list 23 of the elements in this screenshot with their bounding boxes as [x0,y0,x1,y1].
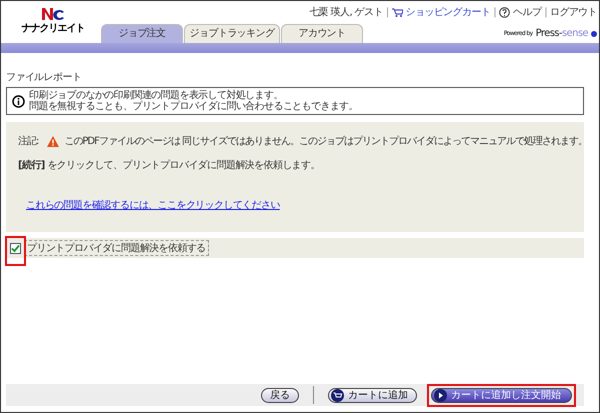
shopping-cart-link[interactable]: ショッピングカート [406,5,490,19]
checkbox-label[interactable]: プリントプロバイダに問題解決を依頼する [24,240,209,256]
page-title: ファイルレポート [6,71,82,85]
separator: | [493,6,496,18]
separator: | [386,6,389,18]
back-button[interactable]: 戻る [261,388,299,402]
separator: | [544,6,547,18]
user-name: 七栗 瑛人, ゲスト [309,6,383,19]
note-text: このPDFファイルのページは 同じサイズではありません。このジョブはプリントプロバイダによってマニュアルで処理されます。 [64,134,588,148]
add-to-cart-button[interactable]: カートに追加 [328,388,417,402]
logout-link[interactable]: ログアウト [550,5,597,19]
note-label: 注記: [18,134,38,148]
checkout-button[interactable]: カートに追加し注文開始 [431,388,572,402]
brand-logo: Press-sense [536,28,588,39]
review-link[interactable]: これらの問題を確認するには、ここをクリックしてください [26,198,280,212]
tab[interactable]: アカウント [281,24,363,43]
info-text: 問題を無視することも、プリントプロバイダに問い合わせることもできます。 [29,101,358,112]
info-text: 印刷ジョブのなかの印刷関連の問題を表示して対処します。 [29,90,284,101]
help-link[interactable]: ヘルプ [513,5,542,19]
tab[interactable]: ジョブ注文 [101,24,183,43]
tab[interactable]: ジョブトラッキング [184,24,280,43]
instruction-text: [続行] をクリックして、プリントプロバイダに問題解決を依頼します。 [18,158,321,172]
logo-text: ナナクリエイト [22,22,84,35]
